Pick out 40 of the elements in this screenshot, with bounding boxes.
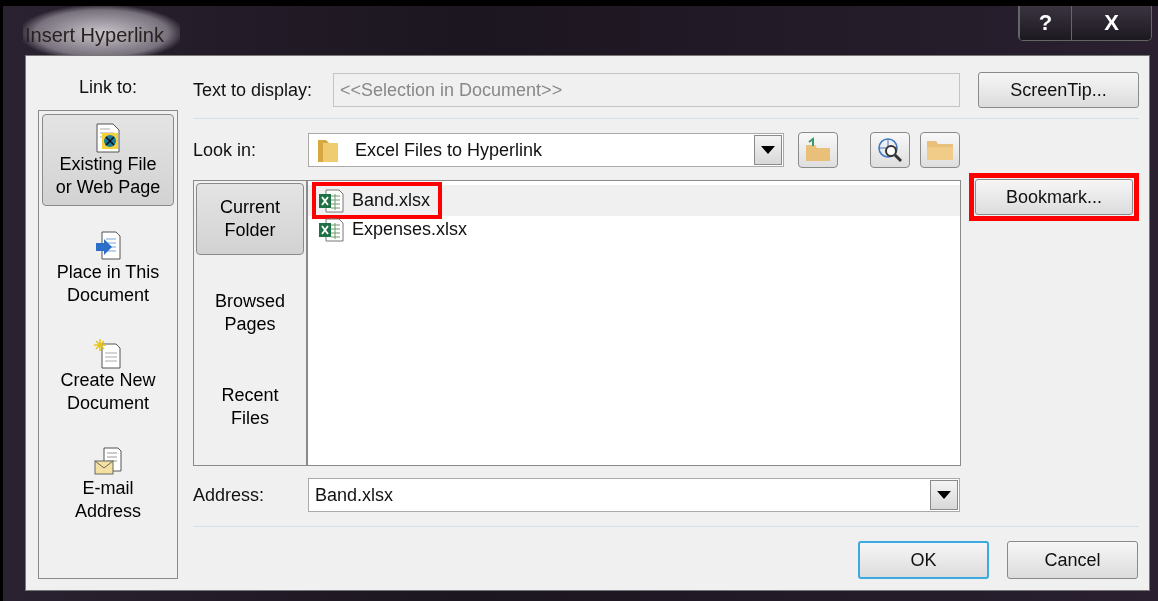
screentip-button[interactable]: ScreenTip... — [978, 72, 1139, 108]
file-item[interactable]: Band.xlsx — [318, 187, 431, 214]
address-label: Address: — [193, 483, 266, 507]
link-to-option[interactable]: Create New Document — [42, 332, 174, 422]
email-document-icon — [94, 447, 122, 477]
link-to-option[interactable]: Place in This Document — [42, 224, 174, 314]
browse-web-button[interactable] — [870, 132, 910, 168]
caret-down-icon — [937, 491, 951, 499]
look-in-label: Look in: — [193, 138, 258, 162]
close-button[interactable]: X — [1071, 6, 1151, 40]
browse-tab[interactable]: Browsed Pages — [196, 277, 304, 349]
file-item[interactable]: Expenses.xlsx — [318, 216, 468, 243]
dropdown-button[interactable] — [754, 135, 782, 165]
dialog-button[interactable]: OK — [858, 541, 989, 579]
bookmark-button[interactable]: Bookmark... — [975, 179, 1133, 215]
up-folder-button[interactable] — [798, 132, 838, 168]
caret-down-icon — [761, 146, 775, 154]
document-globe-icon — [94, 123, 122, 153]
spreadsheet-icon — [318, 188, 344, 213]
link-to-label: Link to: — [77, 76, 138, 99]
folder-icon — [925, 138, 955, 162]
folder-icon — [317, 137, 339, 163]
folder-up-icon — [804, 137, 832, 163]
spreadsheet-icon — [318, 217, 344, 242]
link-to-option[interactable]: E-mail Address — [42, 440, 174, 530]
browse-file-button[interactable] — [920, 132, 960, 168]
address-value: Band.xlsx — [315, 483, 394, 507]
dropdown-button[interactable] — [930, 480, 958, 510]
globe-search-icon — [876, 136, 904, 164]
text-to-display-label: Text to display: — [193, 78, 314, 102]
look-in-dropdown[interactable]: Excel Files to Hyperlink — [308, 133, 784, 167]
help-button[interactable]: ? — [1019, 6, 1071, 40]
dialog-button[interactable]: Cancel — [1007, 541, 1138, 579]
look-in-value: Excel Files to Hyperlink — [355, 138, 543, 162]
document-arrow-icon — [94, 231, 122, 261]
new-document-icon — [94, 339, 122, 369]
link-to-option[interactable]: Existing File or Web Page — [42, 114, 174, 206]
browse-tab[interactable]: Recent Files — [196, 371, 304, 443]
browse-tab[interactable]: Current Folder — [196, 183, 304, 255]
address-dropdown[interactable]: Band.xlsx — [308, 478, 960, 512]
